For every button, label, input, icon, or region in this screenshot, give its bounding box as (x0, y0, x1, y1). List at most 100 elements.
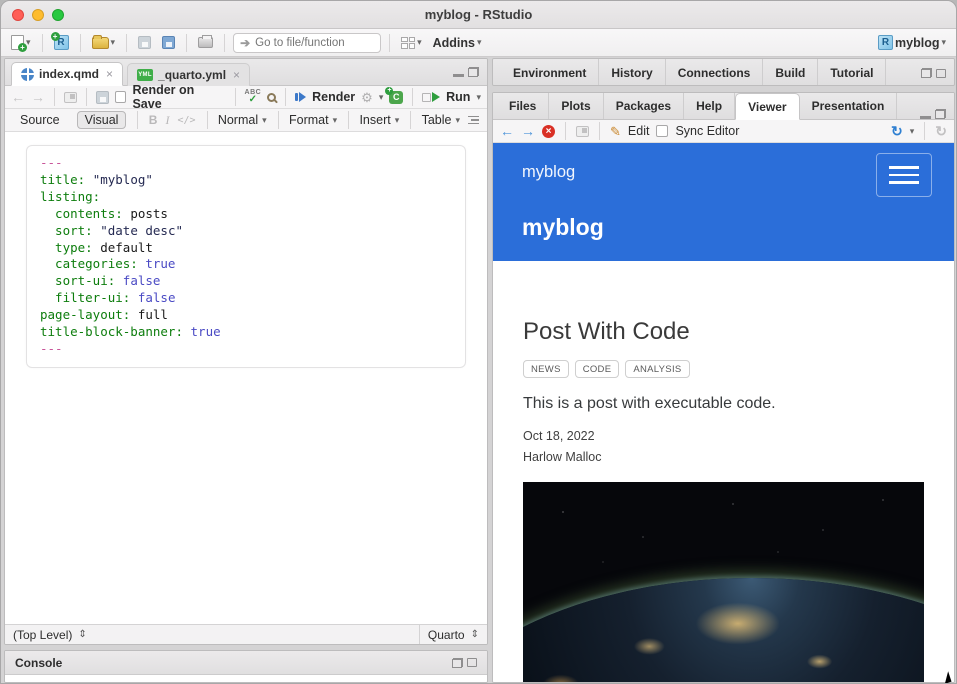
forward-icon[interactable]: → (31, 90, 45, 104)
bold-button[interactable]: B (149, 113, 158, 127)
paragraph-style-dropdown[interactable]: Normal ▾ (218, 113, 267, 127)
tab-presentation[interactable]: Presentation (800, 93, 898, 119)
viewer-forward-icon[interactable]: → (521, 124, 535, 138)
project-menu-button[interactable]: R myblog ▾ (875, 33, 949, 52)
open-in-browser-icon[interactable] (576, 126, 589, 137)
minimize-pane-icon[interactable] (920, 116, 931, 119)
italic-button[interactable]: I (165, 113, 169, 128)
insert-chunk-icon[interactable]: C+ (389, 91, 403, 104)
console-title: Console (15, 656, 452, 670)
yaml-frontmatter-block[interactable]: --- title: "myblog" listing: contents: p… (26, 145, 466, 368)
edit-icon[interactable]: ✎ (610, 125, 621, 138)
goto-file-search[interactable]: ➔ (233, 33, 381, 53)
format-menu[interactable]: Format ▾ (289, 113, 337, 127)
sync-editor-label: Sync Editor (675, 124, 739, 138)
console-body[interactable] (5, 675, 487, 682)
run-button[interactable]: Run (446, 90, 470, 104)
console-header[interactable]: Console (5, 651, 487, 675)
chevron-down-icon: ▾ (262, 116, 267, 125)
save-icon (138, 36, 151, 49)
maximize-pane-icon[interactable] (468, 67, 479, 77)
open-folder-icon (92, 37, 109, 49)
render-button[interactable]: Render (312, 90, 355, 104)
code-line: sort-ui: false (40, 273, 452, 290)
editor-content[interactable]: --- title: "myblog" listing: contents: p… (5, 132, 487, 624)
open-in-window-icon[interactable] (64, 92, 77, 103)
viewer-content: myblog myblog Post With Code NEWS CODE A… (493, 143, 954, 682)
new-file-button[interactable]: + ▾ (8, 33, 34, 52)
tab-history[interactable]: History (599, 59, 665, 86)
tab-environment[interactable]: Environment (501, 59, 599, 86)
render-icon[interactable] (295, 92, 306, 102)
tab-packages[interactable]: Packages (604, 93, 684, 119)
outline-toggle-icon[interactable] (468, 116, 479, 125)
code-line: page-layout: full (40, 307, 452, 324)
spellcheck-icon[interactable]: ABC✓ (245, 89, 262, 105)
print-icon (198, 37, 213, 48)
save-all-button[interactable] (159, 34, 178, 51)
gear-icon[interactable]: ⚙ (361, 91, 373, 104)
pane-layout-button[interactable]: ▾ (398, 35, 425, 51)
quarto-file-icon (21, 68, 34, 81)
post-title-link[interactable]: Post With Code (523, 318, 924, 346)
table-menu[interactable]: Table ▾ (422, 113, 460, 127)
tab-help[interactable]: Help (684, 93, 735, 119)
badge-code[interactable]: CODE (575, 360, 620, 378)
code-button[interactable]: </> (177, 115, 195, 126)
addins-button[interactable]: Addins ▾ (430, 34, 485, 52)
sync-editor-checkbox[interactable] (656, 125, 668, 137)
tab-plots[interactable]: Plots (549, 93, 603, 119)
window-title: myblog - RStudio (1, 7, 956, 22)
titlebar: myblog - RStudio (1, 1, 956, 29)
filetype-updown-icon: ⇕ (471, 629, 479, 640)
viewer-stop-icon[interactable]: × (542, 125, 555, 138)
viewer-back-icon[interactable]: ← (500, 124, 514, 138)
filetype-selector[interactable]: Quarto ⇕ (419, 625, 487, 644)
source-mode-button[interactable]: Source (13, 112, 67, 128)
close-tab-icon[interactable]: × (233, 68, 240, 82)
open-file-button[interactable]: ▾ (89, 35, 119, 51)
insert-menu[interactable]: Insert ▾ (359, 113, 399, 127)
render-on-save-checkbox[interactable] (115, 91, 127, 103)
tab-files[interactable]: Files (497, 93, 549, 119)
maximize-pane-icon[interactable] (467, 658, 477, 667)
maximize-pane-icon[interactable] (935, 109, 946, 119)
restore-pane-icon[interactable] (452, 658, 463, 668)
tab-tutorial[interactable]: Tutorial (818, 59, 886, 86)
edit-button[interactable]: Edit (628, 124, 650, 138)
post-thumbnail-earth-image[interactable] (523, 482, 924, 682)
source-visual-toggle: Source Visual (13, 111, 126, 129)
close-tab-icon[interactable]: × (106, 67, 113, 81)
new-project-button[interactable]: R+ (51, 33, 72, 52)
back-icon[interactable]: ← (11, 90, 25, 104)
scope-selector[interactable]: (Top Level) ⇕ (5, 628, 419, 642)
publish-caret-icon[interactable]: ▾ (910, 127, 915, 136)
maximize-pane-icon[interactable] (936, 69, 946, 78)
tab-viewer[interactable]: Viewer (735, 93, 799, 120)
print-button[interactable] (195, 35, 216, 50)
code-line: --- (40, 155, 452, 172)
badge-analysis[interactable]: ANALYSIS (625, 360, 689, 378)
run-caret-icon[interactable]: ▾ (476, 93, 481, 102)
tab-connections[interactable]: Connections (666, 59, 764, 86)
code-line: sort: "date desc" (40, 223, 452, 240)
tab-build[interactable]: Build (763, 59, 818, 86)
render-options-caret-icon[interactable]: ▾ (379, 93, 384, 102)
badge-news[interactable]: NEWS (523, 360, 569, 378)
tab-label: index.qmd (39, 67, 99, 81)
minimize-pane-icon[interactable] (453, 74, 464, 77)
reload-icon[interactable]: ↻ (935, 124, 947, 138)
save-file-icon[interactable] (96, 91, 109, 104)
restore-pane-icon[interactable] (921, 68, 932, 78)
tab-index-qmd[interactable]: index.qmd × (11, 62, 123, 86)
save-button[interactable] (135, 34, 154, 51)
editor-toolbar: ← → Render on Save ABC✓ Render ⚙ ▾ (5, 86, 487, 109)
publish-icon[interactable]: ↻ (891, 124, 903, 138)
search-icon[interactable] (267, 93, 276, 102)
hamburger-menu-button[interactable] (876, 153, 932, 197)
rstudio-window: myblog - RStudio + ▾ R+ ▾ ➔ ▾ (0, 0, 957, 684)
visual-mode-button[interactable]: Visual (77, 111, 127, 129)
workspace: index.qmd × YML _quarto.yml × (1, 58, 956, 683)
goto-file-input[interactable] (255, 37, 365, 49)
scope-label: (Top Level) (13, 628, 72, 642)
